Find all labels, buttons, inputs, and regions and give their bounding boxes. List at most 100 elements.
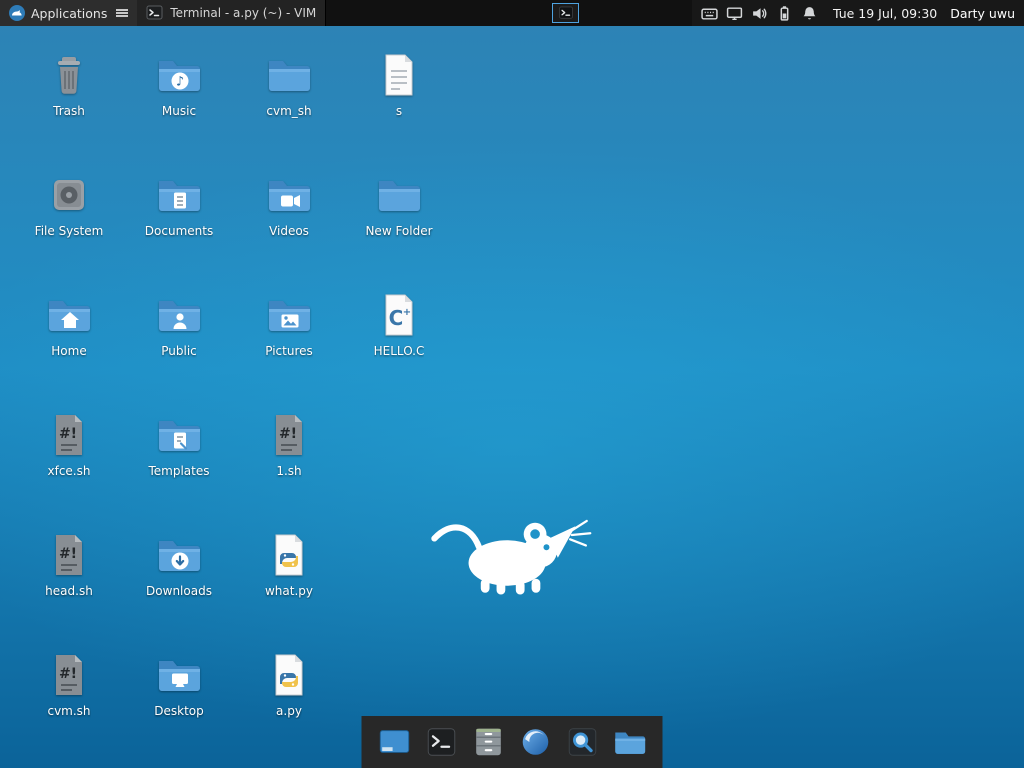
desktop-icon-label: Home xyxy=(51,345,87,358)
web-browser-icon xyxy=(518,724,554,760)
app-finder-icon xyxy=(565,724,601,760)
svg-text:♪: ♪ xyxy=(176,75,184,90)
desktop-icon-label: Public xyxy=(161,345,197,358)
desktop-icon-label: cvm_sh xyxy=(266,105,312,118)
taskbar-window-title: Terminal - a.py (~) - VIM xyxy=(170,6,317,20)
desktop-icon-label: Videos xyxy=(269,225,309,238)
folder-icon xyxy=(375,171,423,219)
desktop-icon-label: a.py xyxy=(276,705,302,718)
python-file-icon xyxy=(265,531,313,579)
desktop-icon-label: 1.sh xyxy=(276,465,302,478)
desktop-icon-xfce-sh[interactable]: #! xfce.sh xyxy=(19,411,119,479)
panel-username: Darty uwu xyxy=(950,5,1015,21)
desktop-icon-label: Templates xyxy=(148,465,210,478)
desktop-icon-1-sh[interactable]: #! 1.sh xyxy=(239,411,339,479)
desktop-icon-cvm-sh[interactable]: #! cvm.sh xyxy=(19,651,119,719)
dock-item-show-desktop[interactable] xyxy=(376,723,414,761)
trash-icon xyxy=(45,51,93,99)
menu-lines-icon xyxy=(116,9,129,17)
dock-item-web-browser[interactable] xyxy=(517,723,555,761)
display-icon[interactable] xyxy=(726,5,743,22)
desktop-icon-label: Pictures xyxy=(265,345,313,358)
desktop-icon-s[interactable]: s xyxy=(349,51,449,119)
battery-icon[interactable] xyxy=(776,5,793,22)
desktop-icon-label: New Folder xyxy=(365,225,433,238)
applications-menu-icon xyxy=(9,5,25,21)
desktop-icon-label: HELLO.C xyxy=(373,345,425,358)
dock-item-terminal[interactable] xyxy=(423,723,461,761)
desktop-icon-downloads[interactable]: Downloads xyxy=(129,531,229,599)
taskbar-window-button[interactable]: Terminal - a.py (~) - VIM xyxy=(137,0,327,26)
desktop-icon-documents[interactable]: Documents xyxy=(129,171,229,239)
desktop-icon-public[interactable]: Public xyxy=(129,291,229,359)
terminal-icon xyxy=(146,5,163,21)
desktop-icon-cvm-sh[interactable]: cvm_sh xyxy=(239,51,339,119)
desktop-icon-trash[interactable]: Trash xyxy=(19,51,119,119)
folder-home-icon xyxy=(45,291,93,339)
filesystem-icon xyxy=(45,171,93,219)
python-file-icon xyxy=(265,651,313,699)
shell-script-icon: #! xyxy=(45,411,93,459)
c-source-icon: C + xyxy=(375,291,423,339)
desktop-icon-label: Desktop xyxy=(154,705,204,718)
folder-templates-icon xyxy=(155,411,203,459)
file-icon xyxy=(375,51,423,99)
svg-text:#!: #! xyxy=(59,426,77,442)
desktop-icon-desktop[interactable]: Desktop xyxy=(129,651,229,719)
system-tray xyxy=(701,5,818,22)
folder-desktop-icon xyxy=(155,651,203,699)
terminal-app-icon xyxy=(424,724,460,760)
desktop-icon-hello-c[interactable]: C + HELLO.C xyxy=(349,291,449,359)
folder-videos-icon xyxy=(265,171,313,219)
desktop-icon-label: s xyxy=(395,105,403,118)
desktop-icon-head-sh[interactable]: #! head.sh xyxy=(19,531,119,599)
folder-pictures-icon xyxy=(265,291,313,339)
desktop-icon-new-folder[interactable]: New Folder xyxy=(349,171,449,239)
shell-script-icon: #! xyxy=(45,531,93,579)
terminal-icon xyxy=(558,6,574,20)
svg-text:+: + xyxy=(403,307,411,318)
folder-icon xyxy=(265,51,313,99)
volume-icon[interactable] xyxy=(751,5,768,22)
desktop-icon-label: Music xyxy=(161,105,197,118)
desktop-icon-label: Documents xyxy=(144,225,214,238)
desktop-icon-videos[interactable]: Videos xyxy=(239,171,339,239)
dock-item-files[interactable] xyxy=(611,723,649,761)
desktop-icon-music[interactable]: ♪ Music xyxy=(129,51,229,119)
panel-terminal-launcher[interactable] xyxy=(552,3,579,23)
svg-text:#!: #! xyxy=(59,546,77,562)
panel-clock[interactable]: Tue 19 Jul, 09:30 xyxy=(833,6,937,21)
show-desktop-icon xyxy=(377,724,413,760)
desktop[interactable]: Trash ♪ Music cvm_sh s File System Documents Vi… xyxy=(0,0,1024,768)
notifications-icon[interactable] xyxy=(801,5,818,22)
xfce-mouse-logo xyxy=(430,510,592,602)
desktop-icon-label: File System xyxy=(34,225,104,238)
desktop-icon-label: what.py xyxy=(264,585,313,598)
desktop-icon-label: Trash xyxy=(53,105,85,118)
desktop-icon-label: Downloads xyxy=(146,585,212,598)
desktop-icon-what-py[interactable]: what.py xyxy=(239,531,339,599)
folder-music-icon: ♪ xyxy=(155,51,203,99)
desktop-icon-label: xfce.sh xyxy=(47,465,91,478)
keyboard-icon[interactable] xyxy=(701,5,718,22)
top-panel: Applications Terminal - a.py (~) - VIM T… xyxy=(0,0,1024,26)
shell-script-icon: #! xyxy=(45,651,93,699)
desktop-icon-home[interactable]: Home xyxy=(19,291,119,359)
file-manager-icon xyxy=(471,724,507,760)
panel-right-section: Tue 19 Jul, 09:30 Darty uwu xyxy=(691,0,1024,26)
applications-menu-button[interactable]: Applications xyxy=(0,0,138,26)
desktop-icon-file-system[interactable]: File System xyxy=(19,171,119,239)
folder-documents-icon xyxy=(155,171,203,219)
desktop-icon-pictures[interactable]: Pictures xyxy=(239,291,339,359)
desktop-icon-a-py[interactable]: a.py xyxy=(239,651,339,719)
shell-script-icon: #! xyxy=(265,411,313,459)
folder-public-icon xyxy=(155,291,203,339)
dock xyxy=(361,716,663,768)
desktop-icon-templates[interactable]: Templates xyxy=(129,411,229,479)
desktop-icon-label: head.sh xyxy=(45,585,93,598)
dock-item-app-finder[interactable] xyxy=(564,723,602,761)
dock-item-file-manager[interactable] xyxy=(470,723,508,761)
folder-app-icon xyxy=(612,724,648,760)
desktop-icon-label: cvm.sh xyxy=(47,705,91,718)
svg-text:C: C xyxy=(389,306,404,330)
